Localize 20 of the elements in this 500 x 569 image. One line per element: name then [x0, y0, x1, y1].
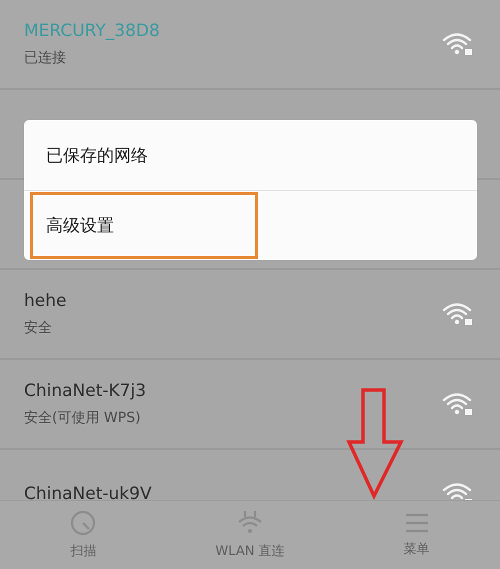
menu-item[interactable]: 已保存的网络 — [24, 120, 477, 190]
network-status: 安全(可使用 WPS) — [24, 409, 142, 427]
menu-item[interactable]: 高级设置 — [24, 190, 477, 260]
bottom-tab[interactable]: WLAN 直连 — [166, 501, 334, 569]
network-name: ChinaNet-K7j3 — [24, 381, 146, 401]
bottom-tab[interactable]: 菜单 — [333, 501, 500, 569]
wifi-lock-icon — [442, 301, 474, 327]
network-status: 已连接 — [24, 49, 67, 67]
scan-icon — [70, 510, 96, 536]
bottom-tab[interactable]: 扫描 — [0, 501, 167, 569]
menu-icon — [404, 512, 430, 534]
network-name: MERCURY_38D8 — [24, 21, 160, 41]
network-name: hehe — [24, 291, 66, 311]
wifi-lock-icon — [442, 31, 474, 57]
network-status: 安全 — [24, 319, 53, 337]
wifi-lock-icon — [442, 481, 474, 500]
highlight-frame: 高级设置 — [30, 192, 258, 259]
wifi-lock-icon — [442, 391, 474, 417]
wifi-direct-icon — [236, 510, 264, 536]
network-name: ChinaNet-uk9V — [24, 484, 152, 500]
